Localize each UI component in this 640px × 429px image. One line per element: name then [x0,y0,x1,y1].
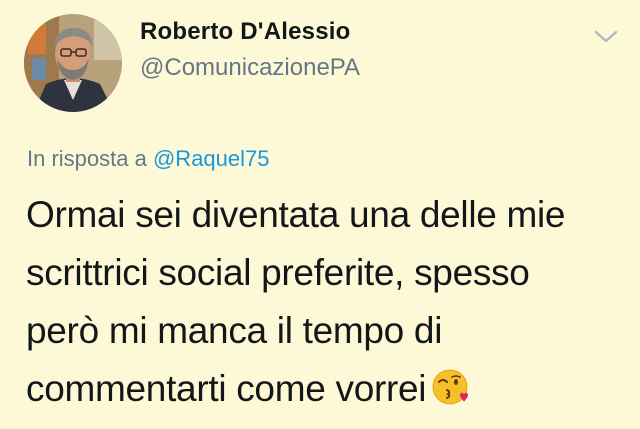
tweet-text-line: commentarti come vorrei [26,368,427,409]
author-name[interactable]: Roberto D'Alessio [140,18,350,46]
reply-mention-link[interactable]: @Raquel75 [153,146,270,171]
avatar[interactable] [24,14,122,112]
tweet-text-line-last: commentarti come vorrei [26,360,626,418]
tweet-text-line: però mi manca il tempo di [26,310,443,351]
kissing-face-heart-emoji-icon [430,366,470,406]
tweet-text-line: scrittrici social preferite, spesso [26,252,530,293]
tweet-text-line: Ormai sei diventata una delle mie [26,194,566,235]
tweet-card: Roberto D'Alessio @ComunicazionePA In ri… [0,0,640,429]
chevron-down-icon[interactable] [592,26,620,46]
reply-prefix: In risposta a [27,146,147,171]
author-handle[interactable]: @ComunicazionePA [140,54,360,82]
tweet-text: Ormai sei diventata una delle mie scritt… [26,186,626,418]
reply-context: In risposta a @Raquel75 [27,146,270,172]
